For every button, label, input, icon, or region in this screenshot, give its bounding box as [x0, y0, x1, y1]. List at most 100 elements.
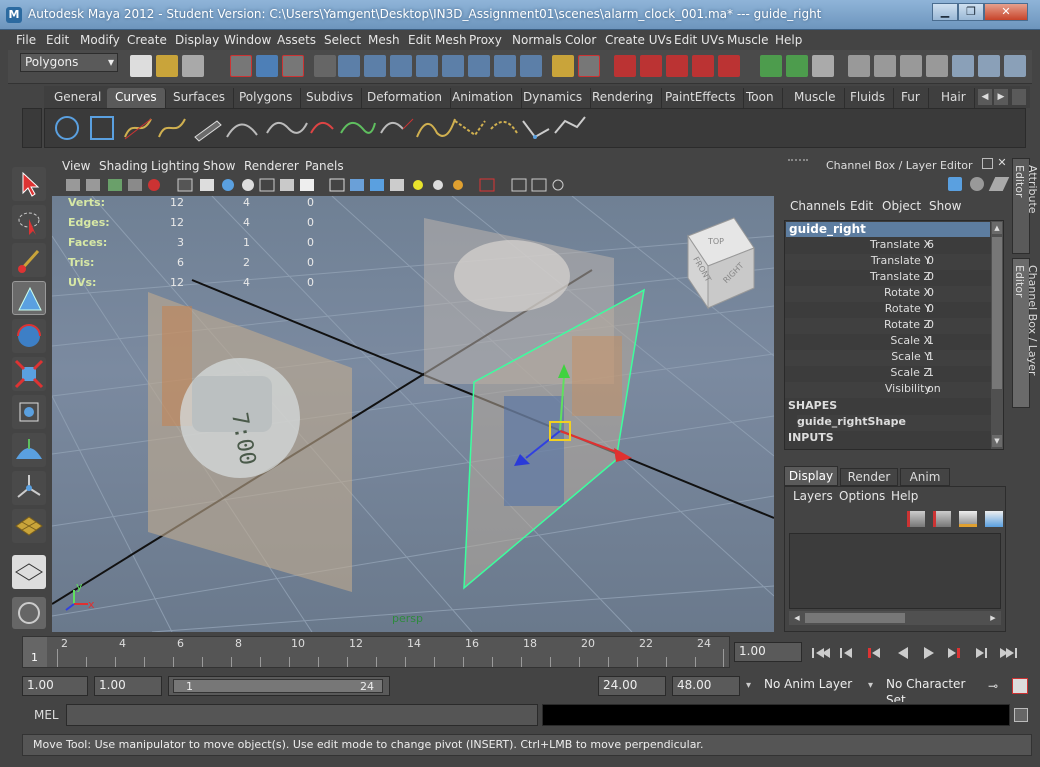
channel-value[interactable]: 0	[927, 270, 934, 283]
menu-file[interactable]: File	[16, 33, 36, 47]
key-icon[interactable]: ⊸	[988, 680, 1006, 692]
shelf-tab-hair[interactable]: Hair	[933, 88, 975, 108]
magnet-point-icon[interactable]	[666, 55, 688, 77]
list-toggle-icon[interactable]	[1004, 55, 1026, 77]
viewport-menu-show[interactable]: Show	[203, 159, 235, 173]
menuset-dropdown[interactable]: Polygons ▾	[20, 53, 118, 72]
current-time-field[interactable]: 1.00	[734, 642, 802, 662]
cb-menu-show[interactable]: Show	[929, 199, 961, 213]
scroll-left-icon[interactable]: ◀	[791, 612, 803, 624]
layer-list[interactable]	[789, 533, 1001, 609]
shelf-tab-dynamics[interactable]: Dynamics	[515, 88, 592, 108]
render-current-icon[interactable]	[786, 55, 808, 77]
viewport-menu-lighting[interactable]: Lighting	[151, 159, 200, 173]
menu-edit-mesh[interactable]: Edit Mesh	[408, 33, 467, 47]
panel-grip-icon[interactable]	[788, 159, 808, 169]
channel-value[interactable]: 1	[927, 334, 934, 347]
channel-scale-x[interactable]: Scale X1	[785, 334, 991, 350]
cb-object-name[interactable]: guide_right	[786, 222, 990, 237]
channel-translate-x[interactable]: Translate X6	[785, 238, 991, 254]
channel-rotate-x[interactable]: Rotate X0	[785, 286, 991, 302]
current-frame-marker[interactable]: 1	[23, 637, 47, 667]
shelf-tab-deformation[interactable]: Deformation	[359, 88, 451, 108]
close-button[interactable]: ✕	[984, 3, 1028, 21]
cb-speed-icon[interactable]	[970, 177, 984, 191]
move-tool-icon[interactable]	[12, 281, 46, 315]
scale-tool-icon[interactable]	[12, 357, 46, 391]
magnet-curve-icon[interactable]	[640, 55, 662, 77]
select-object-icon[interactable]	[256, 55, 278, 77]
viewport-menu-shading[interactable]: Shading	[99, 159, 148, 173]
snap-grid-icon[interactable]	[338, 55, 360, 77]
channel-visibility[interactable]: Visibility on	[785, 382, 991, 398]
scroll-up-icon[interactable]: ▲	[992, 222, 1002, 234]
menu-normals[interactable]: Normals	[512, 33, 562, 47]
menu-edit[interactable]: Edit	[46, 33, 69, 47]
layer-list-hscrollbar[interactable]: ◀ ▶	[789, 611, 1001, 625]
magnet-icon[interactable]	[614, 55, 636, 77]
magnet-live-icon[interactable]	[718, 55, 740, 77]
minimize-button[interactable]: ▁	[932, 3, 958, 21]
lasso-tool-icon[interactable]	[12, 205, 46, 239]
save-scene-icon[interactable]	[182, 55, 204, 77]
playback-start-field[interactable]: 1.00	[94, 676, 162, 696]
menu-edit-uvs[interactable]: Edit UVs	[674, 33, 724, 47]
modeling-toolkit-icon[interactable]	[12, 597, 46, 629]
show-manipulator-icon[interactable]	[12, 471, 46, 505]
channel-value[interactable]: on	[927, 382, 941, 395]
menu-color[interactable]: Color	[565, 33, 596, 47]
viewport-menu-panels[interactable]: Panels	[305, 159, 344, 173]
channel-translate-y[interactable]: Translate Y0	[785, 254, 991, 270]
outliner-toggle-icon[interactable]	[978, 55, 1000, 77]
float-panel-icon[interactable]	[982, 158, 993, 169]
menu-assets[interactable]: Assets	[277, 33, 316, 47]
channel-translate-z[interactable]: Translate Z0	[785, 270, 991, 286]
shelf-tab-fluids[interactable]: Fluids	[842, 88, 895, 108]
last-tool-icon[interactable]	[12, 509, 46, 543]
viewport-menu-view[interactable]: View	[62, 159, 90, 173]
menu-create[interactable]: Create	[127, 33, 167, 47]
channel-scale-y[interactable]: Scale Y1	[785, 350, 991, 366]
scroll-thumb[interactable]	[992, 237, 1002, 389]
trash-icon[interactable]	[1012, 89, 1026, 105]
time-slider[interactable]: 1 2 4 6 8 10 12 14 16 18 20 22 24	[22, 636, 730, 668]
selection-highlight-icon[interactable]	[578, 55, 600, 77]
shelf-tab-polygons[interactable]: Polygons	[231, 88, 302, 108]
channel-value[interactable]: 0	[927, 254, 934, 267]
snap-point-icon[interactable]	[390, 55, 412, 77]
channel-rotate-z[interactable]: Rotate Z0	[785, 318, 991, 334]
cb-menu-channels[interactable]: Channels	[790, 199, 846, 213]
menu-select[interactable]: Select	[324, 33, 361, 47]
cb-manipulator-icon[interactable]	[948, 177, 962, 191]
rotate-tool-icon[interactable]	[12, 319, 46, 353]
new-layer-selected-icon[interactable]	[985, 511, 1003, 527]
menu-mesh[interactable]: Mesh	[368, 33, 400, 47]
input-ops-icon[interactable]	[468, 55, 490, 77]
shelf-scroll-left-icon[interactable]: ◀	[978, 89, 992, 105]
character-set-field[interactable]: No Character Set	[882, 676, 986, 707]
playback-end-field[interactable]: 24.00	[598, 676, 666, 696]
menu-create-uvs[interactable]: Create UVs	[605, 33, 672, 47]
render-view-icon[interactable]	[760, 55, 782, 77]
snap-view-plane-icon[interactable]	[416, 55, 438, 77]
range-slider-handle[interactable]: 1 24	[173, 679, 383, 693]
layer-menu-layers[interactable]: Layers	[793, 489, 833, 503]
menu-window[interactable]: Window	[224, 33, 271, 47]
move-layer-up-icon[interactable]	[907, 511, 925, 527]
shape-node-name[interactable]: guide_rightShape	[797, 415, 991, 431]
anim-layer-field[interactable]: No Anim Layer	[760, 676, 862, 696]
layer-menu-help[interactable]: Help	[891, 489, 918, 503]
character-set-menu-icon[interactable]: ▾	[868, 676, 880, 696]
layer-tab-render[interactable]: Render	[840, 468, 898, 486]
new-scene-icon[interactable]	[130, 55, 152, 77]
hscroll-thumb[interactable]	[805, 613, 905, 623]
tool-settings-toggle-icon[interactable]	[874, 55, 896, 77]
shelf-tab-animation[interactable]: Animation	[444, 88, 523, 108]
layer-menu-options[interactable]: Options	[839, 489, 885, 503]
shelf-tab-subdivs[interactable]: Subdivs	[298, 88, 363, 108]
shelf-scroll-right-icon[interactable]: ▶	[994, 89, 1008, 105]
snap-curve-icon[interactable]	[364, 55, 386, 77]
menu-modify[interactable]: Modify	[80, 33, 120, 47]
layer-tab-display[interactable]: Display	[784, 466, 838, 486]
select-tool-icon[interactable]	[12, 167, 46, 201]
